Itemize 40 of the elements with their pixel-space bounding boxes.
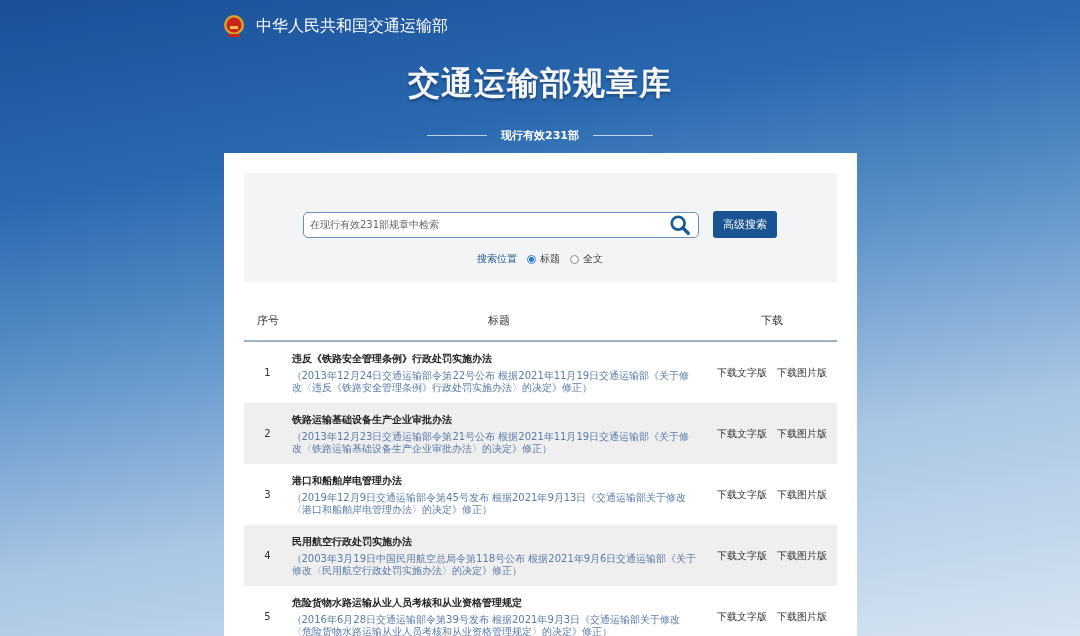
radio-label[interactable]: 全文 bbox=[583, 252, 603, 266]
row-number: 5 bbox=[263, 611, 272, 622]
row-number: 1 bbox=[263, 367, 272, 378]
row-number: 4 bbox=[263, 550, 272, 561]
download-link[interactable]: 下载图片版 bbox=[776, 426, 827, 441]
regulation-title-link[interactable]: 铁路运输基础设备生产企业审批办法 bbox=[291, 412, 697, 427]
radio-label[interactable]: 标题 bbox=[540, 252, 560, 266]
download-link[interactable]: 下载图片版 bbox=[776, 548, 827, 563]
emblem-icon bbox=[222, 14, 246, 38]
regulation-title-link[interactable]: 危险货物水路运输从业人员考核和从业资格管理规定 bbox=[291, 595, 697, 610]
regulation-title-link[interactable]: 港口和船舶岸电管理办法 bbox=[291, 473, 697, 488]
download-link[interactable]: 下载文字版 bbox=[716, 609, 767, 624]
download-link[interactable]: 下载文字版 bbox=[716, 426, 767, 441]
download-link[interactable]: 下载文字版 bbox=[716, 548, 767, 563]
regulation-note: （2016年6月28日交通运输部令第39号发布 根据2021年9月3日《交通运输部关于修改〈危险货物水路运输从业人员考核和从业资格管理规定〉的决定》修正） bbox=[291, 613, 682, 636]
regulation-title-link[interactable]: 违反《铁路安全管理条例》行政处罚实施办法 bbox=[291, 351, 697, 366]
search-field[interactable]: 在现行有效231部规章中检索 bbox=[303, 211, 699, 238]
radio-button[interactable] bbox=[527, 254, 536, 264]
row-number: 3 bbox=[263, 489, 272, 500]
regulation-note: （2013年12月23日交通运输部令第21号公布 根据2021年11月19日交通运输部《关于修改〈铁路运输基础设备生产企业审批办法〉的决定》修正） bbox=[291, 430, 691, 455]
download-link[interactable]: 下载文字版 bbox=[716, 487, 767, 502]
download-link[interactable]: 下载图片版 bbox=[776, 487, 827, 502]
column-header: 下载 bbox=[759, 312, 784, 328]
download-link[interactable]: 下载图片版 bbox=[776, 609, 827, 624]
download-link[interactable]: 下载文字版 bbox=[716, 365, 767, 380]
search-icon[interactable] bbox=[669, 213, 691, 236]
scope-label: 搜索位置 bbox=[477, 252, 517, 266]
regulation-note: （2003年3月19日中国民用航空总局令第118号公布 根据2021年9月6日交通运输部《关于修改〈民用航空行政处罚实施办法〉的决定》修正） bbox=[291, 552, 697, 577]
radio-button[interactable] bbox=[570, 254, 579, 264]
download-link[interactable]: 下载图片版 bbox=[776, 365, 827, 380]
ministry-name: 中华人民共和国交通运输部 bbox=[256, 15, 448, 37]
advanced-search-button[interactable]: 高级搜索 bbox=[713, 211, 777, 238]
regulation-note: （2013年12月24日交通运输部令第22号公布 根据2021年11月19日交通运输部《关于修改〈违反《铁路安全管理条例》行政处罚实施办法〉的决定》修正） bbox=[291, 369, 691, 394]
row-number: 2 bbox=[263, 428, 272, 439]
column-header: 序号 bbox=[255, 312, 280, 328]
regulation-title-link[interactable]: 民用航空行政处罚实施办法 bbox=[291, 534, 697, 549]
column-header: 标题 bbox=[487, 312, 511, 328]
regulation-note: （2019年12月9日交通运输部令第45号发布 根据2021年9月13日《交通运输部关于修改〈港口和船舶岸电管理办法〉的决定》修正） bbox=[291, 491, 688, 516]
site-title: 交通运输部规章库 bbox=[408, 63, 672, 104]
regulation-count: 现行有效231部 bbox=[501, 128, 579, 143]
